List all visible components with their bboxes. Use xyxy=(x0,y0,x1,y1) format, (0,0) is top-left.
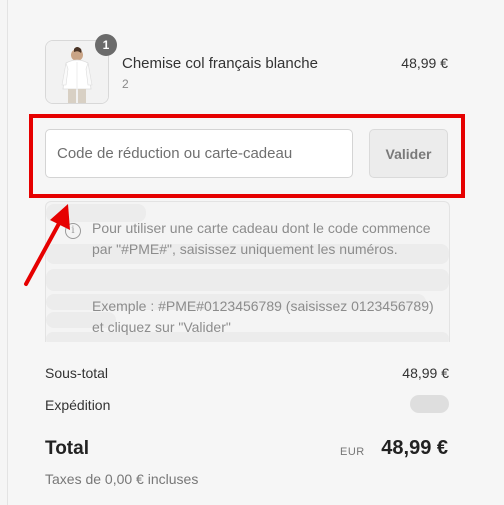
shipping-label: Expédition xyxy=(45,397,111,413)
tax-note: Taxes de 0,00 € incluses xyxy=(45,471,199,487)
product-name: Chemise col français blanche xyxy=(122,55,318,72)
product-variant: 2 xyxy=(122,77,129,91)
gift-card-info-box: i Pour utiliser une carte cadeau dont le… xyxy=(45,201,450,342)
red-arrow-icon xyxy=(24,204,70,286)
gift-card-example: Exemple : #PME#0123456789 (saisissez 012… xyxy=(92,298,434,335)
skeleton-bar xyxy=(46,269,449,291)
subtotal-label: Sous-total xyxy=(45,365,109,381)
total-label: Total xyxy=(45,438,89,459)
gift-card-instructions: Pour utiliser une carte cadeau dont le c… xyxy=(92,220,431,257)
validate-button[interactable]: Valider xyxy=(369,129,448,178)
quantity-badge: 1 xyxy=(95,34,117,56)
cart-line-item: 1 Chemise col français blanche 2 48,99 € xyxy=(45,34,465,106)
total-currency: EUR xyxy=(340,446,365,458)
shipping-value-placeholder xyxy=(410,395,449,413)
left-divider xyxy=(0,0,8,505)
discount-code-input[interactable] xyxy=(45,129,353,178)
total-value: 48,99 € xyxy=(381,437,448,459)
product-price: 48,99 € xyxy=(401,55,448,71)
subtotal-value: 48,99 € xyxy=(402,365,449,381)
